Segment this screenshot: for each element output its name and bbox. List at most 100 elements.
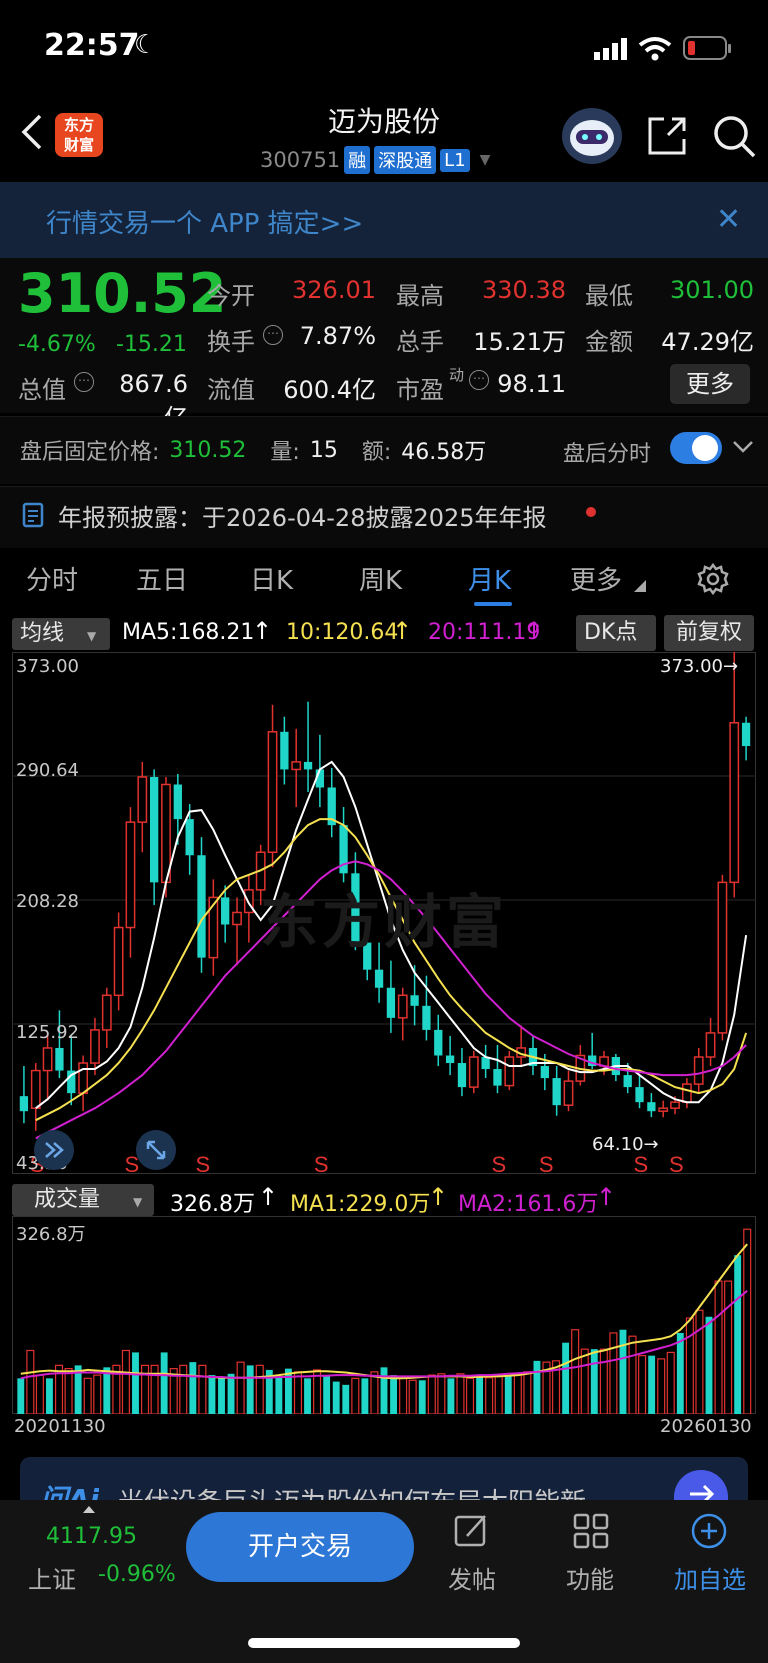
volume-chart[interactable] — [12, 1216, 756, 1414]
ah-amt: 46.58万 — [401, 440, 487, 465]
index-name[interactable]: 上证 — [28, 1560, 76, 1595]
volume-bar-67 — [657, 1358, 666, 1414]
chevron-down-icon[interactable] — [732, 440, 754, 454]
candle-body-58 — [705, 1032, 716, 1058]
notice-text[interactable]: 年报预披露：于2026-04-28披露2025年年报 — [58, 498, 547, 533]
volume-bar-57 — [562, 1342, 570, 1414]
volume-bar-36 — [361, 1378, 369, 1414]
volume-bar-38 — [380, 1367, 388, 1414]
volume-bar-8 — [93, 1374, 102, 1414]
s-marker-7: S — [669, 1152, 684, 1174]
float-cap-value: 600.4亿 — [283, 376, 376, 404]
add-watchlist-label[interactable]: 加自选 — [662, 1560, 758, 1595]
candle-body-36 — [445, 1055, 455, 1064]
edit-post-icon[interactable] — [453, 1512, 491, 1550]
volume-bar-41 — [408, 1379, 417, 1414]
dk-point-button[interactable]: DK点 — [576, 615, 656, 651]
candle-body-24 — [303, 761, 313, 770]
volume-bar-45 — [447, 1378, 455, 1414]
fullscreen-icon[interactable] — [136, 1130, 176, 1170]
ai-ad-text[interactable]: 光伏设备巨头迈为股份如何布局太阳能新 — [118, 1482, 586, 1502]
candle-body-21 — [267, 731, 278, 853]
index-value[interactable]: 4117.95 — [46, 1524, 137, 1549]
tab-intraday[interactable]: 分时 — [26, 560, 78, 597]
candle-body-45 — [552, 1078, 561, 1106]
candle-body-18 — [232, 911, 242, 926]
candle-body-37 — [457, 1063, 467, 1088]
volume-bar-62 — [609, 1332, 618, 1414]
ma-selector-label: 均线 — [20, 621, 65, 646]
volume-bar-63 — [619, 1329, 627, 1414]
search-icon[interactable] — [710, 112, 758, 160]
candle-body-0 — [19, 1096, 29, 1112]
pe-suffix: 动 — [449, 366, 465, 384]
volume-bar-65 — [638, 1355, 647, 1414]
more-button[interactable]: 更多 — [670, 364, 750, 404]
candle-body-11 — [150, 776, 159, 883]
volume-bar-5 — [64, 1368, 73, 1414]
share-icon[interactable] — [644, 113, 690, 159]
volume-bar-30 — [304, 1378, 311, 1414]
open-account-button[interactable]: 开户交易 — [186, 1512, 414, 1582]
index-change[interactable]: -0.96% — [98, 1562, 176, 1587]
volume-bar-43 — [427, 1374, 436, 1414]
apps-grid-icon[interactable] — [572, 1512, 610, 1550]
stock-code-row[interactable]: 300751 融 深股通 L1 ▼ — [260, 146, 490, 174]
volume-bar-53 — [523, 1371, 532, 1414]
pe-label: 市盈 — [396, 376, 444, 404]
volume-bar-1 — [26, 1349, 35, 1414]
tab-five-day[interactable]: 五日 — [136, 560, 188, 597]
volume-bar-49 — [485, 1377, 494, 1414]
volume-bar-19 — [198, 1364, 207, 1414]
candle-body-10 — [137, 776, 148, 823]
post-label[interactable]: 发帖 — [432, 1560, 512, 1595]
ah-label: 盘后固定价格: — [20, 440, 160, 465]
candle-body-40 — [493, 1069, 502, 1086]
volume-bar-50 — [494, 1374, 503, 1414]
expand-left-icon[interactable] — [34, 1130, 74, 1170]
candle-body-44 — [540, 1066, 549, 1079]
candle-body-23 — [291, 761, 302, 771]
tag-level: L1 — [440, 148, 470, 172]
chevron-down-icon: ▼ — [479, 152, 491, 168]
volume-bar-7 — [83, 1377, 92, 1414]
add-watchlist-icon[interactable] — [690, 1512, 728, 1550]
tab-daily-k[interactable]: 日K — [250, 560, 293, 597]
tab-more[interactable]: 更多 — [570, 560, 622, 597]
ah-intraday-label: 盘后分时 — [563, 442, 652, 467]
candle-body-46 — [563, 1080, 574, 1106]
battery-icon — [683, 36, 731, 60]
low-marker: 64.10→ — [592, 1134, 659, 1155]
low-value: 301.00 — [670, 276, 754, 304]
volume-bar-29 — [293, 1371, 303, 1414]
close-icon[interactable]: ✕ — [716, 202, 741, 237]
ah-price: 310.52 — [169, 437, 247, 463]
volume-bar-11 — [121, 1349, 130, 1414]
volume-bar-15 — [160, 1352, 168, 1414]
volume-bar-40 — [399, 1377, 408, 1414]
volume-bar-35 — [351, 1377, 360, 1414]
price-axis-3: 208.28 — [16, 891, 79, 912]
volume-bar-47 — [465, 1377, 475, 1414]
tab-weekly-k[interactable]: 周K — [359, 560, 402, 597]
volume-bar-61 — [599, 1348, 608, 1414]
low-label: 最低 — [585, 282, 633, 310]
function-label[interactable]: 功能 — [550, 1560, 630, 1595]
s-marker-3: S — [314, 1152, 329, 1174]
arrow-up-icon: ↑ — [252, 617, 273, 645]
banner-text[interactable]: 行情交易一个 APP 搞定>> — [46, 203, 363, 240]
volume-bar-66 — [648, 1355, 656, 1414]
assistant-avatar-icon[interactable] — [562, 108, 622, 164]
settings-gear-icon[interactable] — [696, 562, 730, 596]
candle-body-33 — [410, 995, 419, 1006]
volume-bar-48 — [476, 1375, 484, 1414]
ma5-value: MA5:168.21 — [122, 620, 255, 645]
tab-monthly-k[interactable]: 月K — [468, 560, 511, 597]
adjust-button[interactable]: 前复权 — [664, 615, 754, 651]
open-label: 今开 — [207, 282, 255, 310]
candle-body-32 — [397, 994, 408, 1019]
indicator-selector[interactable]: 成交量 ▼ — [12, 1184, 154, 1216]
volume-bar-70 — [685, 1317, 694, 1414]
ma-selector[interactable]: 均线 ▼ — [12, 618, 110, 650]
info-icon[interactable]: ⋯ — [74, 372, 94, 392]
